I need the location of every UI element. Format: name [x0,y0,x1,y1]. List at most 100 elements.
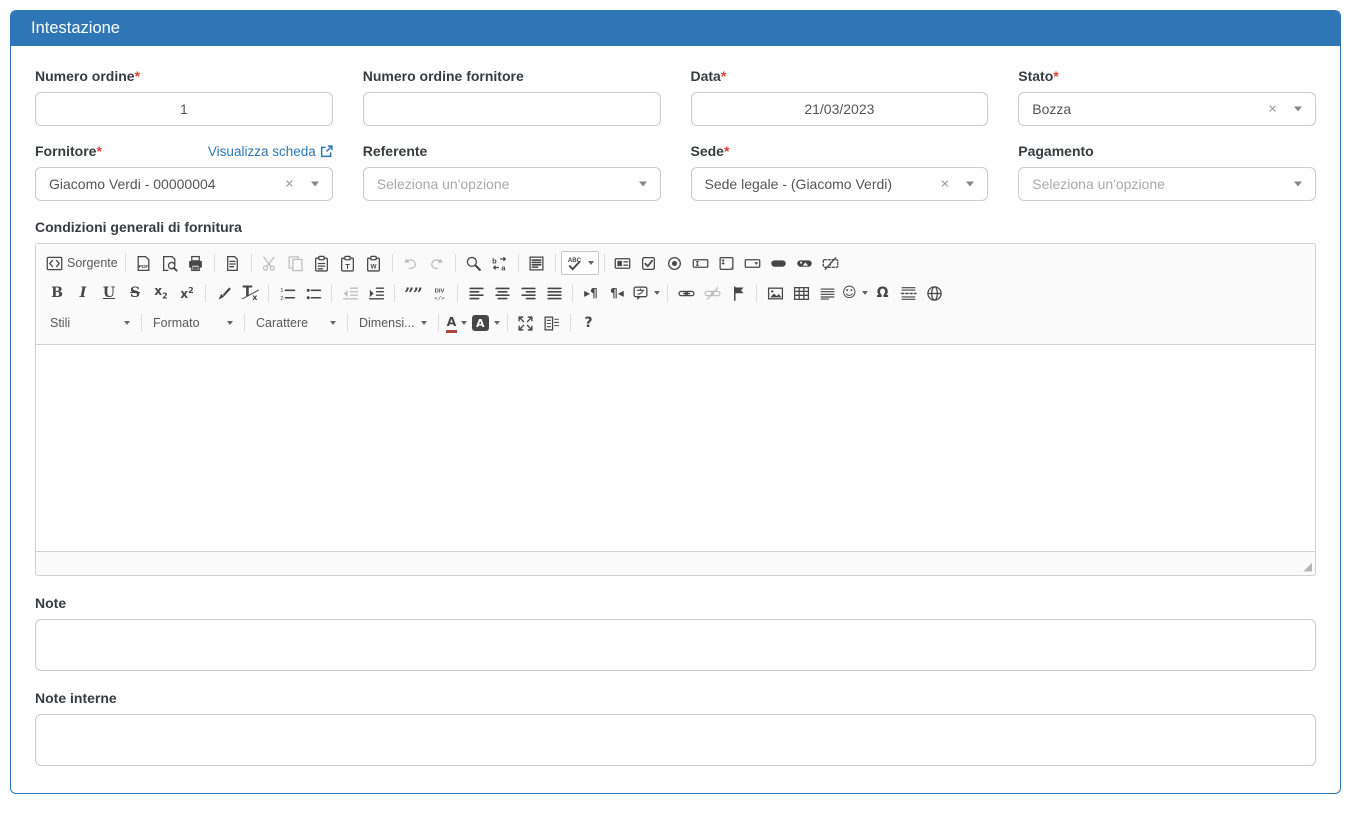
numbered-list-button[interactable]: 12 [274,281,300,305]
redo-icon [428,255,445,272]
align-justify-button[interactable] [541,281,567,305]
align-left-button[interactable] [463,281,489,305]
text-field-button[interactable] [688,251,714,275]
div-container-button[interactable]: DIV</> [426,281,452,305]
horizontal-rule-button[interactable] [814,281,840,305]
align-right-button[interactable] [515,281,541,305]
italic-button[interactable]: I [70,281,96,305]
form-button[interactable] [610,251,636,275]
fornitore-value: Giacomo Verdi - 00000004 [49,176,216,192]
table-button[interactable] [788,281,814,305]
font-combo[interactable]: Carattere [250,311,342,335]
radio-button[interactable] [662,251,688,275]
button-field-button[interactable] [766,251,792,275]
visualizza-scheda-link[interactable]: Visualizza scheda [208,144,333,159]
svg-text:a: a [502,263,507,272]
page-break-button[interactable] [896,281,922,305]
referente-select[interactable]: Seleziona un'opzione [363,167,661,201]
checkbox-button[interactable] [636,251,662,275]
anchor-button[interactable] [725,281,751,305]
superscript-button[interactable]: x2 [174,281,200,305]
remove-format-button[interactable]: Tx [237,281,263,305]
paste-text-button[interactable]: T [335,251,361,275]
link-button[interactable] [673,281,699,305]
numero-ordine-input[interactable] [35,92,333,126]
stato-select[interactable]: Bozza × [1018,92,1316,126]
image-button-button[interactable] [792,251,818,275]
copy-formatting-button[interactable] [211,281,237,305]
hidden-field-button[interactable]: I [818,251,844,275]
numero-ordine-fornitore-input[interactable] [363,92,661,126]
fornitore-select[interactable]: Giacomo Verdi - 00000004 × [35,167,333,201]
align-center-button[interactable] [489,281,515,305]
subscript-button[interactable]: x2 [148,281,174,305]
bg-color-button[interactable]: A [470,311,502,335]
data-input[interactable] [691,92,989,126]
horizontal-rule-icon [819,285,836,302]
print-button[interactable] [183,251,209,275]
indent-button[interactable] [363,281,389,305]
source-button[interactable]: Sorgente [44,251,120,275]
chevron-down-icon[interactable] [639,182,647,187]
anchor-icon [730,285,747,302]
language-button[interactable] [630,281,662,305]
clear-icon[interactable]: × [285,177,294,192]
select-all-button[interactable] [524,251,550,275]
select-field-button[interactable] [740,251,766,275]
chevron-down-icon[interactable] [1294,182,1302,187]
maximize-button[interactable] [513,311,539,335]
editor-content[interactable] [36,345,1315,551]
underline-icon: U [103,286,115,300]
spell-check-button[interactable]: ABC [561,251,599,275]
blockquote-button[interactable]: ”” [400,281,426,305]
paste-word-button[interactable]: W [361,251,387,275]
styles-combo[interactable]: Stili [44,311,136,335]
card-header: Intestazione [11,11,1340,46]
export-pdf-button[interactable]: PDF [131,251,157,275]
toolbar-separator [756,284,757,302]
paste-text-icon: T [339,255,356,272]
clear-icon[interactable]: × [1268,102,1277,117]
card-body: Numero ordine* Numero ordine fornitore D… [11,46,1340,815]
bidi-ltr-button[interactable]: ▸¶ [578,281,604,305]
bidi-rtl-button[interactable]: ¶◂ [604,281,630,305]
show-blocks-button[interactable] [539,311,565,335]
toolbar-separator [331,284,332,302]
find-button[interactable] [461,251,487,275]
smiley-button[interactable]: ☺ [840,281,870,305]
dropdown-caret-icon [421,321,427,325]
note-input[interactable] [35,619,1316,671]
about-button[interactable]: ? [576,311,602,335]
pagamento-select[interactable]: Seleziona un'opzione [1018,167,1316,201]
new-page-button[interactable] [220,251,246,275]
chevron-down-icon[interactable] [311,182,319,187]
text-field-icon [692,255,709,272]
chevron-down-icon[interactable] [1294,107,1302,112]
underline-button[interactable]: U [96,281,122,305]
toolbar-separator [392,254,393,272]
textarea-field-button[interactable] [714,251,740,275]
editor-resize-handle[interactable]: ◢ [1304,562,1315,575]
align-center-icon [494,285,511,302]
replace-icon: ba [491,255,508,272]
text-color-button[interactable]: A [444,311,470,335]
iframe-button[interactable] [922,281,948,305]
svg-text:T: T [345,261,350,270]
bold-button[interactable]: B [44,281,70,305]
svg-text:W: W [371,263,377,270]
replace-button[interactable]: ba [487,251,513,275]
bulleted-list-button[interactable] [300,281,326,305]
chevron-down-icon[interactable] [966,182,974,187]
preview-button[interactable] [157,251,183,275]
size-combo[interactable]: Dimensi... [353,311,433,335]
strike-button[interactable]: S [122,281,148,305]
note-interne-input[interactable] [35,714,1316,766]
special-char-button[interactable]: Ω [870,281,896,305]
cut-icon [261,255,278,272]
format-combo[interactable]: Formato [147,311,239,335]
clear-icon[interactable]: × [940,177,949,192]
image-button[interactable] [762,281,788,305]
stato-label: Stato* [1018,68,1058,84]
paste-button[interactable] [309,251,335,275]
sede-select[interactable]: Sede legale - (Giacomo Verdi) × [691,167,989,201]
